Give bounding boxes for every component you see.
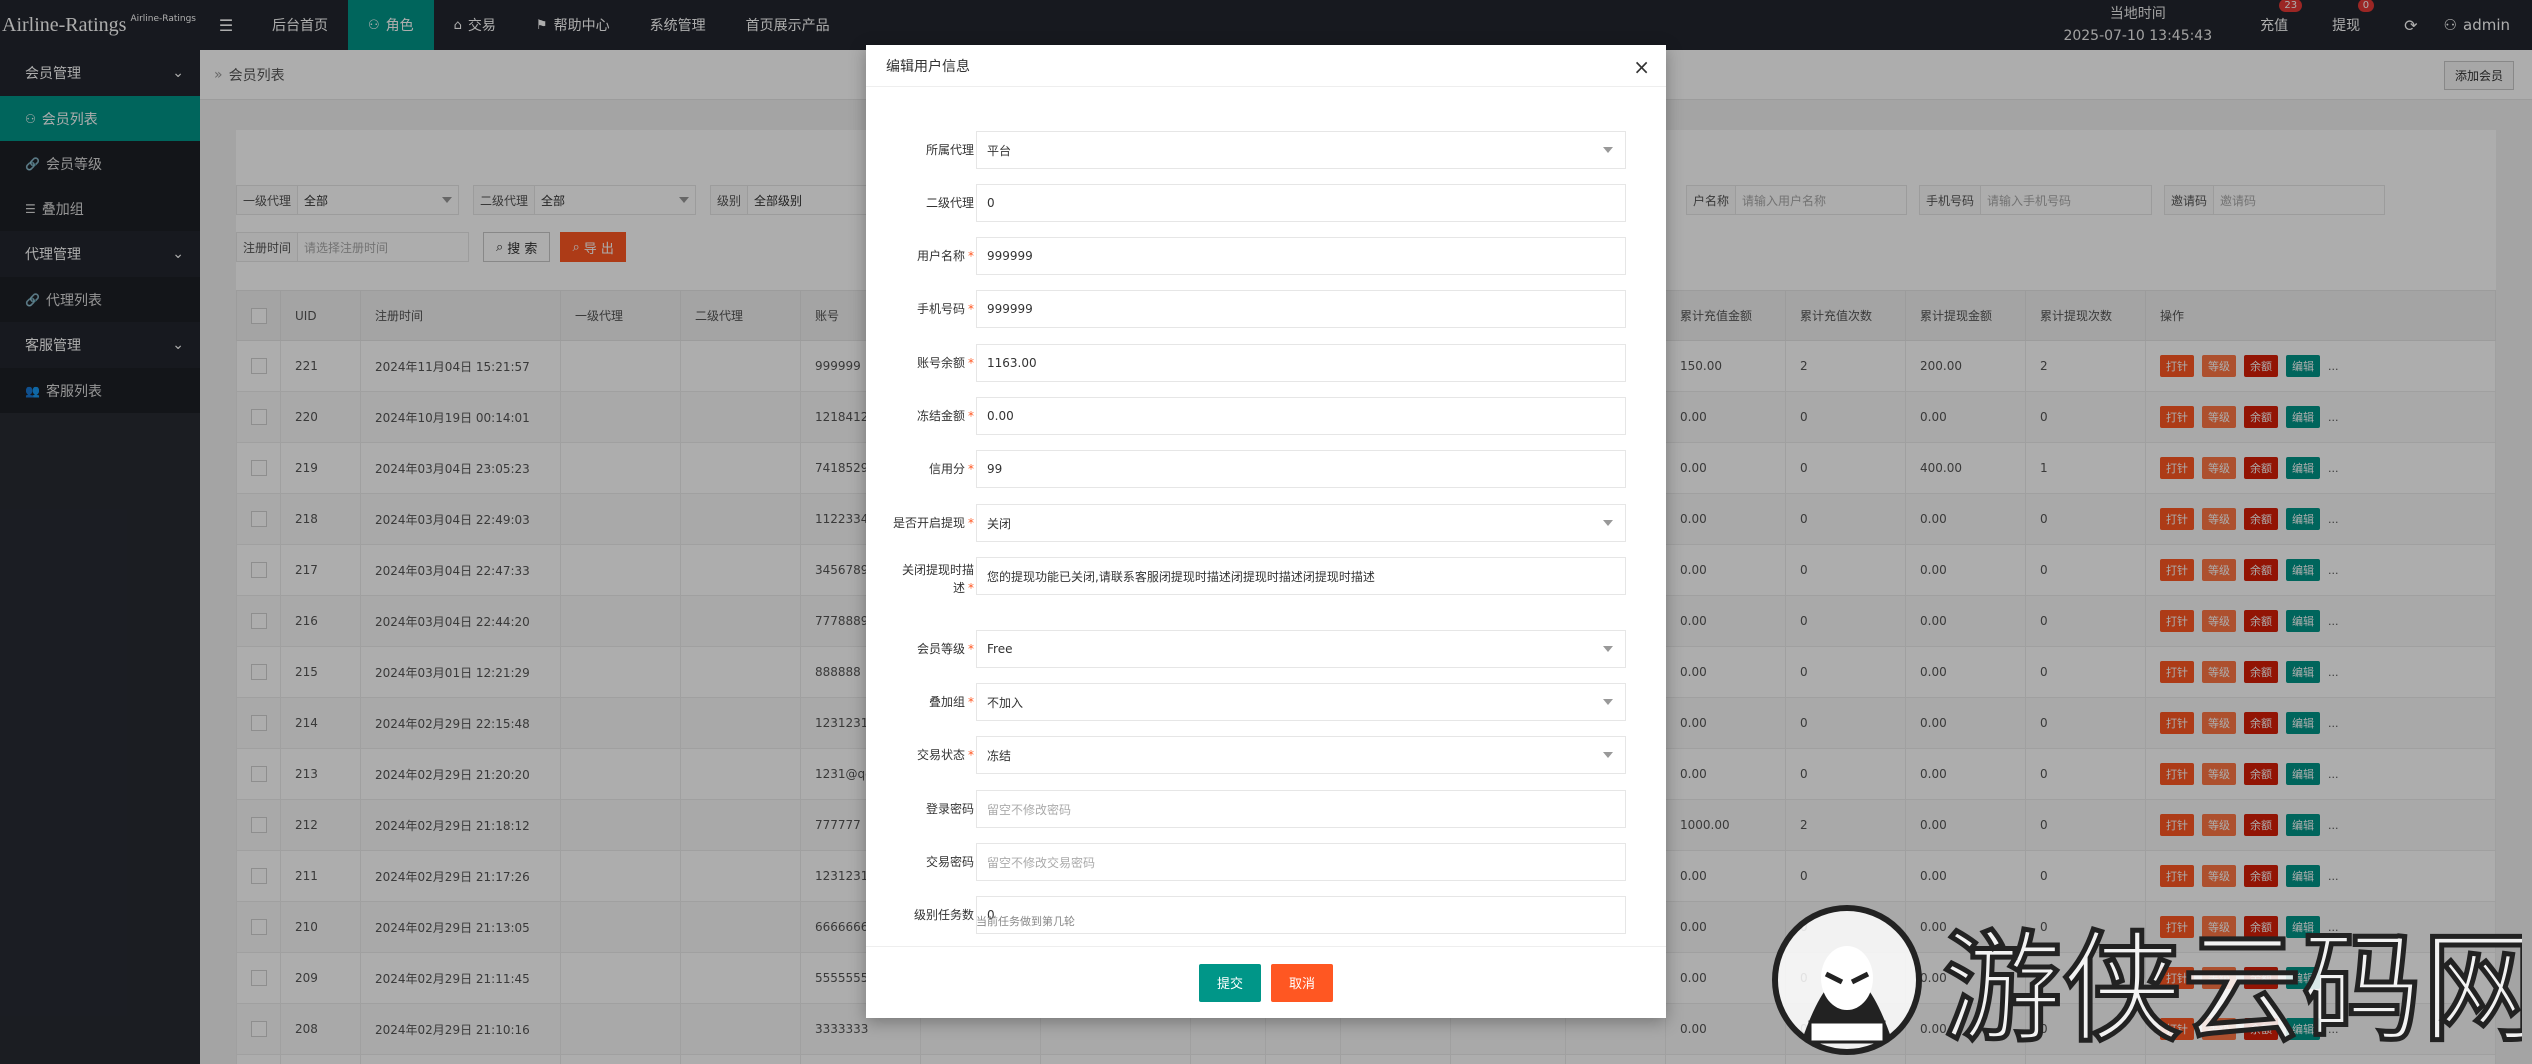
field-label: 级别任务数: [864, 906, 974, 924]
required-mark: *: [968, 642, 974, 656]
watermark-text: 游侠云码网: [1942, 920, 2522, 1059]
field-label-text: 所属代理: [925, 143, 974, 157]
field-label-text: 信用分: [928, 462, 965, 476]
field-select[interactable]: 平台: [976, 131, 1626, 169]
field-input[interactable]: 99: [976, 450, 1626, 488]
modal-title: 编辑用户信息: [866, 45, 1666, 87]
caret-down-icon: [1603, 147, 1613, 153]
field-label: 用户名称 *: [864, 247, 974, 265]
field-value: 关闭: [987, 516, 1012, 531]
task-round-hint: 当前任务做到第几轮: [976, 915, 1075, 928]
field-value: 99: [987, 462, 1003, 476]
field-label-text: 用户名称: [916, 249, 965, 263]
field-label: 关闭提现时描述 *: [894, 561, 974, 597]
field-label-text: 交易状态: [916, 748, 965, 762]
field-label-text: 级别任务数: [913, 908, 974, 922]
field-input[interactable]: 1163.00: [976, 344, 1626, 382]
field-input[interactable]: 0: [976, 184, 1626, 222]
caret-down-icon: [1603, 699, 1613, 705]
required-mark: *: [968, 249, 974, 263]
field-value: 1163.00: [987, 356, 1037, 370]
required-mark: *: [968, 581, 974, 595]
field-input[interactable]: 您的提现功能已关闭,请联系客服闭提现时描述闭提现时描述闭提现时描述: [976, 557, 1626, 595]
cancel-button[interactable]: 取消: [1271, 963, 1334, 1002]
edit-user-modal: 编辑用户信息 × 所属代理 平台 二级代理 0 用户名称 * 999999 手机号码 * 9999…: [866, 45, 1666, 1018]
field-value: 冻结: [987, 748, 1012, 763]
required-mark: *: [968, 695, 974, 709]
field-select[interactable]: 关闭: [976, 504, 1626, 542]
required-mark: *: [968, 356, 974, 370]
field-input[interactable]: 999999: [976, 237, 1626, 275]
caret-down-icon: [1603, 646, 1613, 652]
field-label: 交易状态 *: [864, 746, 974, 764]
field-label-text: 冻结金额: [916, 409, 965, 423]
field-label: 手机号码 *: [864, 300, 974, 318]
field-value: 999999: [987, 249, 1033, 263]
field-label-text: 手机号码: [916, 302, 965, 316]
field-input[interactable]: 0.00: [976, 397, 1626, 435]
field-label-text: 交易密码: [925, 855, 974, 869]
field-label: 冻结金额 *: [864, 407, 974, 425]
field-label-text: 登录密码: [925, 802, 974, 816]
field-label-text: 二级代理: [925, 196, 974, 210]
field-value: 平台: [987, 143, 1012, 158]
field-label: 二级代理: [864, 194, 974, 212]
field-select[interactable]: Free: [976, 630, 1626, 668]
field-label-text: 账号余额: [916, 356, 965, 370]
field-input[interactable]: 留空不修改交易密码: [976, 843, 1626, 881]
caret-down-icon: [1603, 520, 1613, 526]
required-mark: *: [968, 516, 974, 530]
field-label-text: 叠加组: [928, 695, 965, 709]
field-label: 交易密码: [864, 853, 974, 871]
required-mark: *: [968, 409, 974, 423]
field-input[interactable]: 留空不修改密码: [976, 790, 1626, 828]
caret-down-icon: [1603, 752, 1613, 758]
field-input[interactable]: 999999: [976, 290, 1626, 328]
field-label: 是否开启提现 *: [864, 514, 974, 532]
field-value: Free: [987, 642, 1013, 656]
required-mark: *: [968, 462, 974, 476]
submit-button[interactable]: 提交: [1198, 963, 1261, 1002]
required-mark: *: [968, 748, 974, 762]
field-label-text: 会员等级: [916, 642, 965, 656]
field-value: 0.00: [987, 409, 1014, 423]
field-value: 留空不修改交易密码: [987, 855, 1096, 870]
field-value: 0: [987, 196, 995, 210]
field-label: 所属代理: [864, 141, 974, 159]
modal-footer: 提交 取消: [866, 946, 1666, 1018]
field-value: 您的提现功能已关闭,请联系客服闭提现时描述闭提现时描述闭提现时描述: [987, 569, 1375, 584]
watermark-logo: 游侠云码网: [1772, 905, 2522, 1060]
field-select[interactable]: 不加入: [976, 683, 1626, 721]
close-icon[interactable]: ×: [1633, 55, 1650, 79]
field-label: 叠加组 *: [864, 693, 974, 711]
field-label-text: 是否开启提现: [892, 516, 965, 530]
field-label: 会员等级 *: [864, 640, 974, 658]
field-value: 999999: [987, 302, 1033, 316]
field-label: 账号余额 *: [864, 354, 974, 372]
field-value: 留空不修改密码: [987, 802, 1072, 817]
field-value: 不加入: [987, 695, 1024, 710]
field-label: 信用分 *: [864, 460, 974, 478]
field-select[interactable]: 冻结: [976, 736, 1626, 774]
required-mark: *: [968, 302, 974, 316]
field-label: 登录密码: [864, 800, 974, 818]
field-label-text: 关闭提现时描述: [901, 563, 974, 595]
